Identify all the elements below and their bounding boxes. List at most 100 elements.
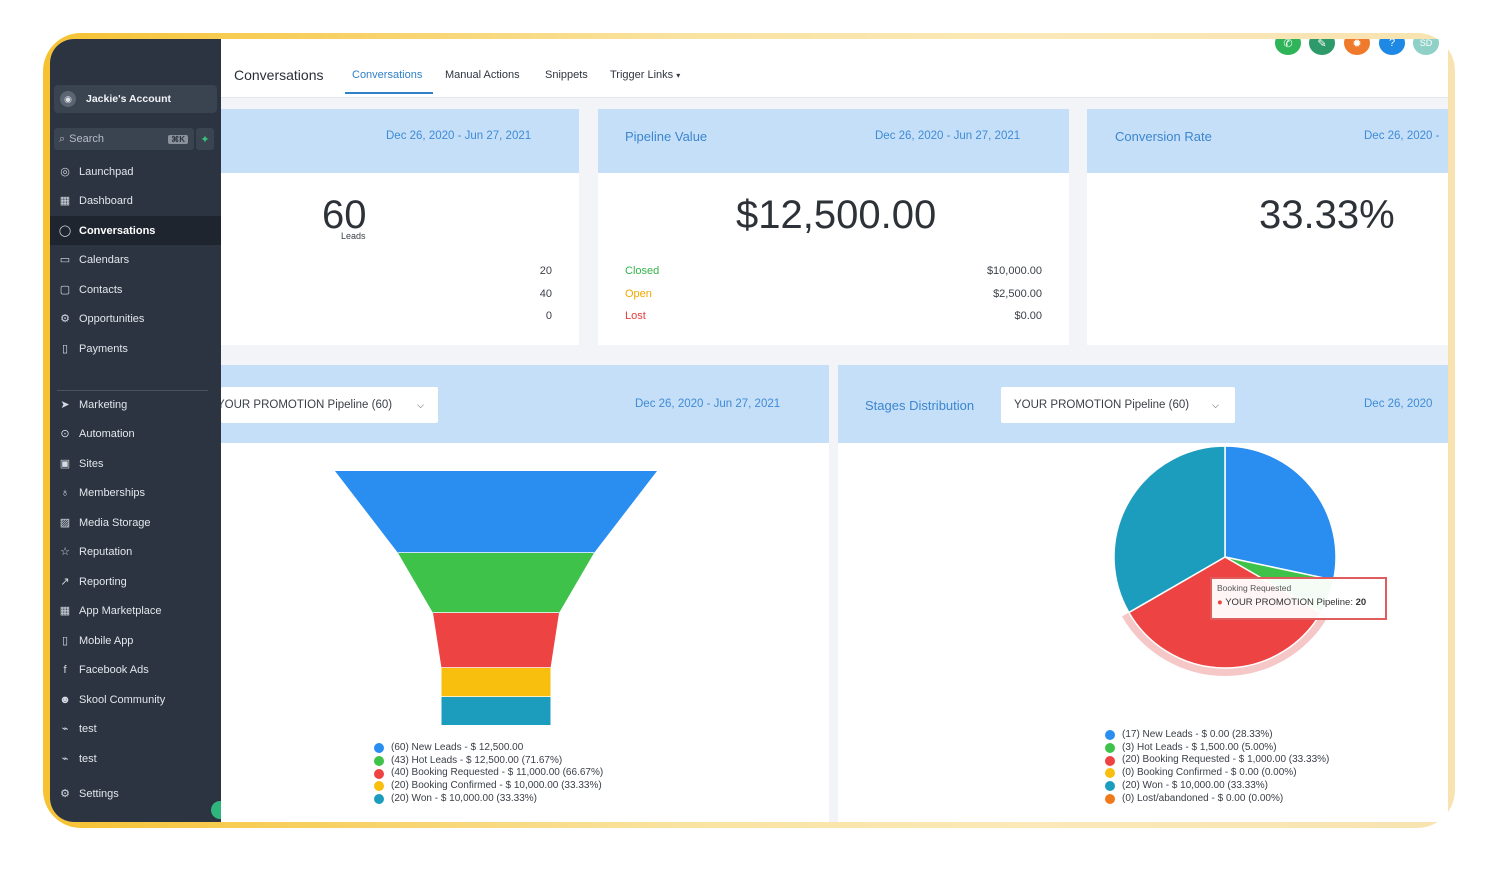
sidebar-item-payments[interactable]: ▯ Payments <box>50 334 221 363</box>
legend-item[interactable]: (40) Booking Requested - $ 11,000.00 (66… <box>374 767 603 780</box>
closed-value: $10,000.00 <box>986 265 1042 277</box>
leads-date-range[interactable]: Dec 26, 2020 - Jun 27, 2021 <box>386 130 531 142</box>
tab-manual-actions[interactable]: Manual Actions <box>445 69 520 81</box>
funnel-legend: (60) New Leads - $ 12,500.00 (43) Hot Lea… <box>374 742 603 806</box>
funnel-segment-hot-leads[interactable] <box>398 553 594 613</box>
sidebar-item-media-storage[interactable]: ▨ Media Storage <box>50 508 221 537</box>
sidebar-item-conversations[interactable]: ◯ Conversations <box>50 216 221 245</box>
image-icon: ▨ <box>59 517 71 529</box>
automation-icon: ⊙ <box>60 428 70 440</box>
sidebar-item-calendars[interactable]: ▭ Calendars <box>50 245 221 274</box>
phone-icon[interactable]: ✆ <box>1275 39 1301 55</box>
legend-item[interactable]: (20) Booking Requested - $ 1,000.00 (33.… <box>1105 754 1329 767</box>
pie-tooltip: Booking Requested ● YOUR PROMOTION Pipel… <box>1210 577 1387 620</box>
pipeline-date-range[interactable]: Dec 26, 2020 - Jun 27, 2021 <box>875 130 1020 142</box>
legend-label: (0) Booking Confirmed - $ 0.00 (0.00%) <box>1122 767 1297 779</box>
account-icon: ◉ <box>60 91 76 107</box>
tab-conversations[interactable]: Conversations <box>352 69 422 81</box>
app-screen: ◉ Jackie's Account ⌕ Search ⌘K ✦ ◎ Launch… <box>50 39 1448 822</box>
sidebar-item-mobile-app[interactable]: ▯ Mobile App <box>50 626 221 655</box>
sidebar-item-marketing[interactable]: ➤ Marketing <box>50 390 221 419</box>
notification-icon[interactable]: ✹ <box>1344 39 1370 55</box>
sidebar-item-label: Launchpad <box>79 165 134 178</box>
search-input[interactable]: ⌕ Search ⌘K <box>54 128 194 150</box>
search-shortcut: ⌘K <box>168 134 188 144</box>
funnel-segment-won[interactable] <box>441 697 551 725</box>
sidebar-item-label: Memberships <box>79 486 146 499</box>
sidebar: ◉ Jackie's Account ⌕ Search ⌘K ✦ ◎ Launch… <box>50 39 229 822</box>
sidebar-item-test[interactable]: ⌁ test <box>50 744 221 773</box>
tab-snippets[interactable]: Snippets <box>545 69 588 81</box>
sidebar-item-settings[interactable]: ⚙ Settings <box>50 779 221 808</box>
sidebar-item-facebook-ads[interactable]: f Facebook Ads <box>50 655 221 684</box>
sidebar-item-automation[interactable]: ⊙ Automation <box>50 419 221 448</box>
sidebar-item-label: Reputation <box>79 545 133 558</box>
calendar-icon: ▭ <box>59 254 71 266</box>
funnel-pipeline-dropdown[interactable]: YOUR PROMOTION Pipeline (60) ⌵ <box>221 387 438 423</box>
sidebar-item-dashboard[interactable]: ▦ Dashboard <box>50 186 221 215</box>
legend-dot <box>374 743 384 754</box>
help-icon[interactable]: ? <box>1379 39 1405 55</box>
sidebar-item-sites[interactable]: ▣ Sites <box>50 449 221 478</box>
funnel-date-range[interactable]: Dec 26, 2020 - Jun 27, 2021 <box>635 398 780 410</box>
sidebar-item-app-marketplace[interactable]: ▦ App Marketplace <box>50 596 221 625</box>
stages-title: Stages Distribution <box>865 398 975 413</box>
legend-item[interactable]: (20) Booking Confirmed - $ 10,000.00 (33… <box>374 780 603 793</box>
account-switcher[interactable]: ◉ Jackie's Account <box>54 85 217 113</box>
legend-item[interactable]: (17) New Leads - $ 0.00 (28.33%) <box>1105 729 1329 742</box>
legend-dot <box>374 756 384 767</box>
sidebar-item-label: Conversations <box>79 224 156 237</box>
facebook-icon: f <box>63 663 67 676</box>
chevron-down-icon: ⌵ <box>1212 399 1219 410</box>
leads-card: Dec 26, 2020 - Jun 27, 2021 60 Leads 20 … <box>221 109 579 345</box>
conversion-title: Conversion Rate <box>1115 129 1212 144</box>
legend-item[interactable]: (60) New Leads - $ 12,500.00 <box>374 742 603 755</box>
stages-pipeline-dropdown[interactable]: YOUR PROMOTION Pipeline (60) ⌵ <box>1001 387 1235 423</box>
sidebar-item-label: Automation <box>79 427 135 440</box>
legend-label: (20) Won - $ 10,000.00 (33.33%) <box>391 792 538 804</box>
tooltip-series: YOUR PROMOTION Pipeline: <box>1225 597 1353 608</box>
sidebar-item-memberships[interactable]: ♁ Memberships <box>50 478 221 507</box>
legend-label: (17) New Leads - $ 0.00 (28.33%) <box>1122 729 1273 740</box>
sidebar-item-reputation[interactable]: ☆ Reputation <box>50 537 221 566</box>
sidebar-item-launchpad[interactable]: ◎ Launchpad <box>50 157 221 186</box>
legend-item[interactable]: (20) Won - $ 10,000.00 (33.33%) <box>1105 780 1329 793</box>
launchpad-icon: ◎ <box>60 166 70 178</box>
chevron-down-icon: ▾ <box>676 71 681 80</box>
sidebar-item-test[interactable]: ⌁ test <box>50 714 221 743</box>
leads-row-1: 20 <box>539 265 552 277</box>
sidebar-item-label: App Marketplace <box>79 604 162 617</box>
payments-icon: ▯ <box>61 343 69 355</box>
legend-item[interactable]: (0) Lost/abandoned - $ 0.00 (0.00%) <box>1105 793 1329 806</box>
funnel-segment-new-leads[interactable] <box>335 471 657 553</box>
legend-dot <box>1105 755 1115 766</box>
funnel-segment-booking-confirmed[interactable] <box>441 668 551 697</box>
legend-dot <box>1105 768 1115 779</box>
funnel-segment-booking-requested[interactable] <box>433 613 559 668</box>
search-icon: ⌕ <box>59 132 66 145</box>
sidebar-item-contacts[interactable]: ▢ Contacts <box>50 275 221 304</box>
legend-item[interactable]: (3) Hot Leads - $ 1,500.00 (5.00%) <box>1105 742 1329 755</box>
sidebar-item-label: Mobile App <box>79 634 134 647</box>
legend-item[interactable]: (0) Booking Confirmed - $ 0.00 (0.00%) <box>1105 767 1329 780</box>
quick-action-bolt-icon[interactable]: ✦ <box>196 128 214 150</box>
membership-icon: ♁ <box>60 486 70 499</box>
legend-label: (0) Lost/abandoned - $ 0.00 (0.00%) <box>1122 792 1284 804</box>
sidebar-item-reporting[interactable]: ↗ Reporting <box>50 567 221 596</box>
tab-trigger-links[interactable]: Trigger Links ▾ <box>610 69 680 81</box>
stages-date-range[interactable]: Dec 26, 2020 <box>1364 398 1432 410</box>
legend-item[interactable]: (20) Won - $ 10,000.00 (33.33%) <box>374 793 603 806</box>
legend-dot <box>374 768 384 779</box>
sidebar-item-label: Calendars <box>79 253 130 266</box>
sidebar-item-label: Opportunities <box>79 312 145 325</box>
sidebar-item-opportunities[interactable]: ⚙ Opportunities <box>50 304 221 333</box>
legend-dot <box>1105 730 1115 741</box>
megaphone-icon[interactable]: ✎ <box>1309 39 1335 55</box>
legend-label: (20) Booking Confirmed - $ 10,000.00 (33… <box>391 780 602 792</box>
sidebar-item-skool-community[interactable]: ☻ Skool Community <box>50 685 221 714</box>
funnel-dropdown-label: YOUR PROMOTION Pipeline (60) <box>221 399 393 411</box>
user-avatar[interactable]: SD <box>1413 39 1439 55</box>
conversion-date-range[interactable]: Dec 26, 2020 - <box>1364 130 1439 142</box>
legend-item[interactable]: (43) Hot Leads - $ 12,500.00 (71.67%) <box>374 755 603 768</box>
dashboard-icon: ▦ <box>59 195 71 207</box>
